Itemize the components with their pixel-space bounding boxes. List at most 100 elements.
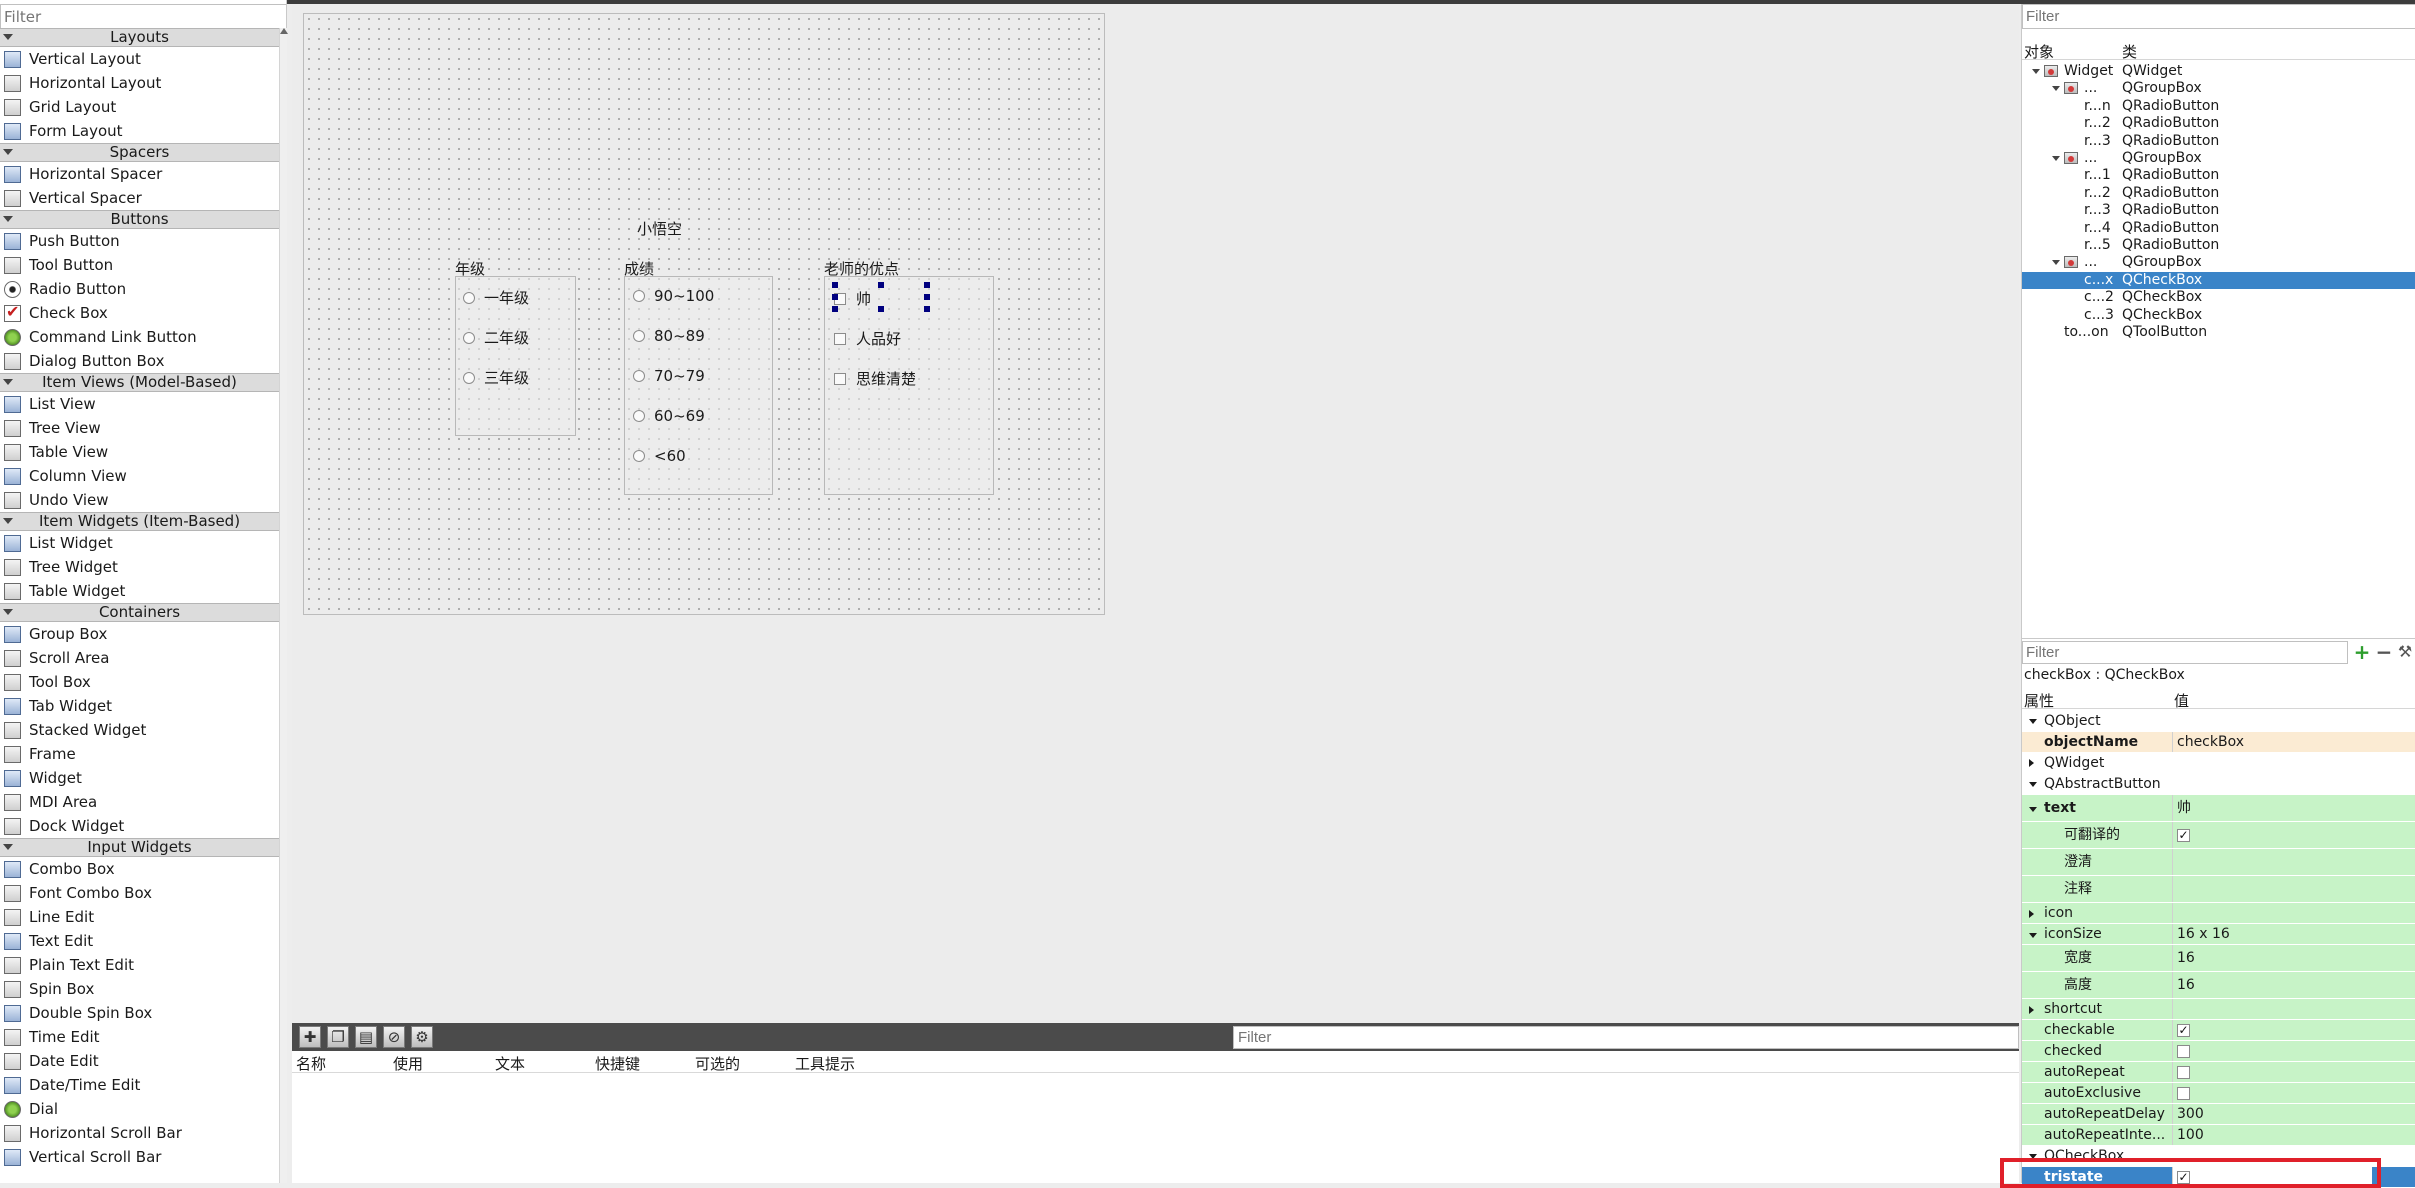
widget-item-widget[interactable]: Widget (0, 766, 279, 790)
widget-item-plain-text-edit[interactable]: Plain Text Edit (0, 953, 279, 977)
widget-category-header[interactable]: Buttons (0, 210, 279, 229)
property-row-shortcut[interactable]: shortcut (2022, 999, 2415, 1020)
delete-icon[interactable]: ⊘ (383, 1026, 405, 1048)
property-row-[interactable]: 注释 (2022, 876, 2415, 903)
property-row-[interactable]: 澄清 (2022, 849, 2415, 876)
column-header-property[interactable]: 属性 (2024, 690, 2054, 711)
widget-category-header[interactable]: Layouts (0, 28, 279, 47)
widget-item-text-edit[interactable]: Text Edit (0, 929, 279, 953)
widget-item-combo-box[interactable]: Combo Box (0, 857, 279, 881)
widget-box-filter-input[interactable] (0, 4, 286, 29)
property-checkbox[interactable]: ✓ (2177, 1024, 2190, 1037)
widget-item-dock-widget[interactable]: Dock Widget (0, 814, 279, 838)
object-tree-row[interactable]: r...4 QRadioButton (2022, 220, 2415, 237)
column-header-name[interactable]: 名称 (296, 1053, 326, 1074)
object-tree-row[interactable]: ... QGroupBox (2022, 150, 2415, 167)
collapse-arrow-icon[interactable] (2029, 719, 2037, 724)
designer-form[interactable]: 小悟空 年级 一年级 二年级 三年级 成绩 90~100 80~89 70~79… (303, 13, 1105, 615)
widget-item-horizontal-spacer[interactable]: Horizontal Spacer (0, 162, 279, 186)
column-header-class[interactable]: 类 (2122, 41, 2137, 62)
collapse-arrow-icon[interactable] (3, 216, 13, 222)
selection-handle[interactable] (832, 306, 838, 312)
property-value[interactable] (2172, 1083, 2415, 1103)
widget-item-tab-widget[interactable]: Tab Widget (0, 694, 279, 718)
object-tree-row[interactable]: c...3 QCheckBox (2022, 307, 2415, 324)
column-header-checkable[interactable]: 可选的 (695, 1053, 740, 1074)
widget-box-scrollbar[interactable] (279, 28, 288, 1183)
checkbox-handsome[interactable]: 帅 (834, 288, 871, 309)
collapse-arrow-icon[interactable] (3, 34, 13, 40)
widget-item-tool-box[interactable]: Tool Box (0, 670, 279, 694)
checkbox-character[interactable]: 人品好 (834, 328, 901, 349)
widget-item-undo-view[interactable]: Undo View (0, 488, 279, 512)
widget-category-header[interactable]: Input Widgets (0, 838, 279, 857)
property-checkbox[interactable] (2177, 1066, 2190, 1079)
widget-item-tree-view[interactable]: Tree View (0, 416, 279, 440)
remove-property-icon[interactable]: − (2374, 642, 2394, 663)
copy-icon[interactable]: ❐ (327, 1026, 349, 1048)
checkbox-clear-thinking[interactable]: 思维清楚 (834, 368, 916, 389)
radio-grade-2[interactable]: 二年级 (463, 327, 529, 348)
property-row-text[interactable]: text 帅 (2022, 795, 2415, 822)
column-header-tooltip[interactable]: 工具提示 (795, 1053, 855, 1074)
object-tree-row[interactable]: r...1 QRadioButton (2022, 167, 2415, 184)
radio-grade-3[interactable]: 三年级 (463, 367, 529, 388)
widget-item-vertical-scroll-bar[interactable]: Vertical Scroll Bar (0, 1145, 279, 1169)
widget-item-date-edit[interactable]: Date Edit (0, 1049, 279, 1073)
property-row-qwidget[interactable]: QWidget (2022, 753, 2415, 774)
widget-item-list-widget[interactable]: List Widget (0, 531, 279, 555)
collapse-arrow-icon[interactable] (3, 149, 13, 155)
action-table-body[interactable] (292, 1073, 2019, 1183)
property-row-iconsize[interactable]: iconSize 16 x 16 (2022, 924, 2415, 945)
widget-item-table-view[interactable]: Table View (0, 440, 279, 464)
object-tree-row[interactable]: ... QGroupBox (2022, 80, 2415, 97)
widget-item-mdi-area[interactable]: MDI Area (0, 790, 279, 814)
widget-item-spin-box[interactable]: Spin Box (0, 977, 279, 1001)
gear-icon[interactable]: ⚙ (411, 1026, 433, 1048)
widget-item-command-link-button[interactable]: Command Link Button (0, 325, 279, 349)
scroll-up-arrow-icon[interactable] (280, 28, 288, 34)
property-value[interactable] (2172, 1041, 2415, 1061)
selection-handle[interactable] (924, 282, 930, 288)
property-checkbox[interactable] (2177, 1087, 2190, 1100)
widget-item-tool-button[interactable]: Tool Button (0, 253, 279, 277)
expand-arrow-icon[interactable] (2029, 1005, 2034, 1014)
property-row-qabstractbutton[interactable]: QAbstractButton (2022, 774, 2415, 795)
widget-item-dialog-button-box[interactable]: Dialog Button Box (0, 349, 279, 373)
widget-item-line-edit[interactable]: Line Edit (0, 905, 279, 929)
wrench-icon[interactable]: ⚒ (2395, 643, 2415, 663)
radio-grade-1[interactable]: 一年级 (463, 287, 529, 308)
object-tree-row[interactable]: Widget QWidget (2022, 63, 2415, 80)
object-tree-row[interactable]: ... QGroupBox (2022, 254, 2415, 271)
property-row-autorepeatdelay[interactable]: autoRepeatDelay 300 (2022, 1104, 2415, 1125)
property-value[interactable]: ✓ (2172, 822, 2415, 848)
object-tree-row[interactable]: r...2 QRadioButton (2022, 115, 2415, 132)
property-value[interactable]: 300 (2172, 1104, 2415, 1124)
radio-score-4[interactable]: 60~69 (633, 407, 705, 425)
property-row-autorepeatinte[interactable]: autoRepeatInte... 100 (2022, 1125, 2415, 1146)
property-row-checkable[interactable]: checkable ✓ (2022, 1020, 2415, 1041)
widget-item-form-layout[interactable]: Form Layout (0, 119, 279, 143)
action-filter-input[interactable] (1233, 1026, 2019, 1049)
selection-handle[interactable] (924, 294, 930, 300)
widget-item-horizontal-scroll-bar[interactable]: Horizontal Scroll Bar (0, 1121, 279, 1145)
property-value[interactable]: 100 (2172, 1125, 2415, 1145)
widget-item-dial[interactable]: Dial (0, 1097, 279, 1121)
property-value[interactable]: 帅 (2172, 795, 2415, 821)
collapse-arrow-icon[interactable] (3, 379, 13, 385)
property-row-qobject[interactable]: QObject (2022, 711, 2415, 732)
widget-item-date-time-edit[interactable]: Date/Time Edit (0, 1073, 279, 1097)
property-row-[interactable]: 可翻译的 ✓ (2022, 822, 2415, 849)
widget-item-vertical-layout[interactable]: Vertical Layout (0, 47, 279, 71)
widget-item-tree-widget[interactable]: Tree Widget (0, 555, 279, 579)
property-value[interactable] (2172, 876, 2415, 902)
object-tree-row[interactable]: to...on QToolButton (2022, 324, 2415, 341)
widget-item-frame[interactable]: Frame (0, 742, 279, 766)
collapse-arrow-icon[interactable] (3, 844, 13, 850)
new-action-icon[interactable]: ✚ (299, 1026, 321, 1048)
selection-handle[interactable] (878, 282, 884, 288)
radio-score-5[interactable]: <60 (633, 447, 686, 465)
selection-handle[interactable] (878, 306, 884, 312)
object-tree-row[interactable]: r...5 QRadioButton (2022, 237, 2415, 254)
property-value[interactable] (2172, 999, 2415, 1019)
